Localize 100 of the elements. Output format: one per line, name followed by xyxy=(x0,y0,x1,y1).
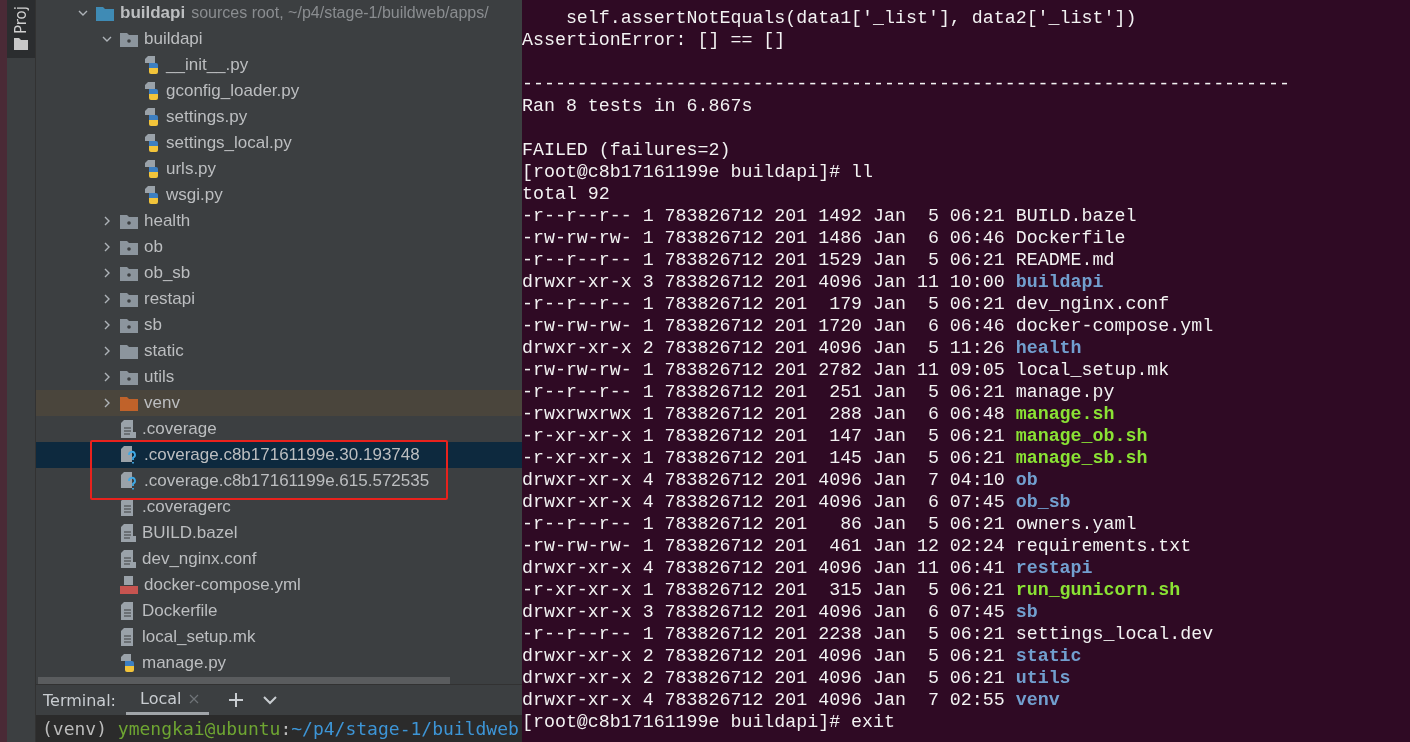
chevron-down-icon[interactable] xyxy=(263,695,278,705)
package-folder-icon xyxy=(120,369,138,385)
python-file-icon xyxy=(144,134,160,152)
file-name: venv xyxy=(1015,690,1060,710)
tree-item[interactable]: settings.py xyxy=(36,104,522,130)
file-name: manage.py xyxy=(1015,382,1115,402)
tree-item-label: urls.py xyxy=(166,159,217,179)
tree-item[interactable]: Dockerfile xyxy=(36,598,522,624)
tree-item[interactable]: settings_local.py xyxy=(36,130,522,156)
tree-item[interactable]: wsgi.py xyxy=(36,182,522,208)
tree-item[interactable]: manage.py xyxy=(36,650,522,676)
terminal-line: Ran 8 tests in 6.867s xyxy=(522,96,753,116)
tree-item-label: utils xyxy=(144,367,175,387)
tree-item-label: settings.py xyxy=(166,107,248,127)
file-details: -rw-rw-rw- 1 783826712 201 2782 Jan 11 09:05 xyxy=(522,360,1005,380)
tree-item-label: gconfig_loader.py xyxy=(166,81,300,101)
file-name: sb xyxy=(1015,602,1038,622)
tree-item-label: sb xyxy=(144,315,162,335)
tree-item[interactable]: health xyxy=(36,208,522,234)
file-name: utils xyxy=(1015,668,1071,688)
terminal-line: self.assertNotEquals(data1['_list'], data2['_list']) xyxy=(564,8,1137,28)
file-name: Dockerfile xyxy=(1015,228,1126,248)
file-details: drwxr-xr-x 4 783826712 201 4096 Jan 11 06:41 xyxy=(522,558,1005,578)
file-details: -r--r--r-- 1 783826712 201 86 Jan 5 06:21 xyxy=(522,514,1005,534)
tree-item[interactable]: .coverage.c8b17161199e.30.193748 xyxy=(36,442,522,468)
tree-item[interactable]: buildapi sources root, ~/p4/stage-1/buildweb/apps/ xyxy=(36,0,522,26)
package-folder-icon xyxy=(120,239,138,255)
python-file-icon xyxy=(144,82,160,100)
folder-icon xyxy=(96,5,114,21)
prompt-text: : xyxy=(280,718,292,739)
tree-item-label: static xyxy=(144,341,184,361)
tree-item[interactable]: urls.py xyxy=(36,156,522,182)
file-details: -r--r--r-- 1 783826712 201 1492 Jan 5 06:21 xyxy=(522,206,1005,226)
tree-item-label: ob xyxy=(144,237,163,257)
file-details: -rwxrwxrwx 1 783826712 201 288 Jan 6 06:48 xyxy=(522,404,1005,424)
tree-item-label: settings_local.py xyxy=(166,133,292,153)
file-name: owners.yaml xyxy=(1015,514,1137,534)
folder-icon xyxy=(14,38,28,50)
tree-item-label: buildapi xyxy=(120,3,186,23)
file-name: static xyxy=(1015,646,1082,666)
file-details: drwxr-xr-x 2 783826712 201 4096 Jan 5 11:26 xyxy=(522,338,1005,358)
tree-item-label: wsgi.py xyxy=(166,185,223,205)
tree-item-label: Dockerfile xyxy=(142,601,218,621)
text-file-icon xyxy=(120,628,136,646)
scrollbar[interactable] xyxy=(38,677,450,684)
tree-item[interactable]: .coveragerc xyxy=(36,494,522,520)
tree-item-label: docker-compose.yml xyxy=(144,575,301,595)
yml-file-icon xyxy=(120,576,138,594)
folder-icon xyxy=(120,395,138,411)
file-details: -r--r--r-- 1 783826712 201 1529 Jan 5 06:21 xyxy=(522,250,1005,270)
tree-item[interactable]: venv xyxy=(36,390,522,416)
package-folder-icon xyxy=(120,317,138,333)
file-name: docker-compose.yml xyxy=(1015,316,1214,336)
terminal-line: total 92 xyxy=(522,184,610,204)
file-details: drwxr-xr-x 2 783826712 201 4096 Jan 5 06:21 xyxy=(522,668,1005,688)
tree-item[interactable]: static xyxy=(36,338,522,364)
file-details: -r-xr-xr-x 1 783826712 201 145 Jan 5 06:21 xyxy=(522,448,1005,468)
terminal-line: ---------------------------------------------------------------------- xyxy=(522,74,1290,94)
file-details: drwxr-xr-x 4 783826712 201 4096 Jan 7 04:10 xyxy=(522,470,1005,490)
file-details: -rw-rw-rw- 1 783826712 201 1720 Jan 6 06:46 xyxy=(522,316,1005,336)
file-details: -r--r--r-- 1 783826712 201 179 Jan 5 06:21 xyxy=(522,294,1005,314)
python-file-icon xyxy=(144,56,160,74)
tree-item[interactable]: .coverage xyxy=(36,416,522,442)
plus-icon[interactable] xyxy=(229,693,244,707)
locked-file-icon xyxy=(120,420,136,438)
tree-item[interactable]: utils xyxy=(36,364,522,390)
tree-item[interactable]: BUILD.bazel xyxy=(36,520,522,546)
tree-item[interactable]: dev_nginx.conf xyxy=(36,546,522,572)
terminal-label: Terminal: xyxy=(43,690,116,710)
tree-item[interactable]: ob xyxy=(36,234,522,260)
unknown-file-icon xyxy=(120,446,138,464)
tree-item[interactable]: sb xyxy=(36,312,522,338)
file-details: -r--r--r-- 1 783826712 201 251 Jan 5 06:21 xyxy=(522,382,1005,402)
tree-item[interactable]: buildapi xyxy=(36,26,522,52)
file-details: -r-xr-xr-x 1 783826712 201 147 Jan 5 06:21 xyxy=(522,426,1005,446)
tree-item-label: health xyxy=(144,211,191,231)
tree-item[interactable]: .coverage.c8b17161199e.615.572535 xyxy=(36,468,522,494)
file-name: BUILD.bazel xyxy=(1015,206,1137,226)
tree-item[interactable]: restapi xyxy=(36,286,522,312)
file-name: requirements.txt xyxy=(1015,536,1192,556)
package-folder-icon xyxy=(120,291,138,307)
file-name: manage_sb.sh xyxy=(1015,448,1148,468)
terminal-line: [root@c8b17161199e buildapi]# ll xyxy=(522,162,874,182)
tree-item[interactable]: gconfig_loader.py xyxy=(36,78,522,104)
file-details: drwxr-xr-x 4 783826712 201 4096 Jan 6 07:45 xyxy=(522,492,1005,512)
tree-item-label: .coverage.c8b17161199e.30.193748 xyxy=(144,445,420,465)
tree-item-label: venv xyxy=(144,393,180,413)
root-note: sources root, ~/p4/stage-1/buildweb/apps/ xyxy=(191,4,489,22)
locked-file-icon xyxy=(120,524,136,542)
tree-item-label: buildapi xyxy=(144,29,203,49)
tree-item[interactable]: docker-compose.yml xyxy=(36,572,522,598)
tree-item[interactable]: __init__.py xyxy=(36,52,522,78)
file-name: buildapi xyxy=(1015,272,1104,292)
tree-item-label: BUILD.bazel xyxy=(142,523,238,543)
package-folder-icon xyxy=(120,31,138,47)
tree-item[interactable]: local_setup.mk xyxy=(36,624,522,650)
file-details: -rw-rw-rw- 1 783826712 201 1486 Jan 6 06:46 xyxy=(522,228,1005,248)
project-tool-tab[interactable]: Proj xyxy=(7,0,35,58)
file-details: -r-xr-xr-x 1 783826712 201 315 Jan 5 06:21 xyxy=(522,580,1005,600)
tree-item[interactable]: ob_sb xyxy=(36,260,522,286)
